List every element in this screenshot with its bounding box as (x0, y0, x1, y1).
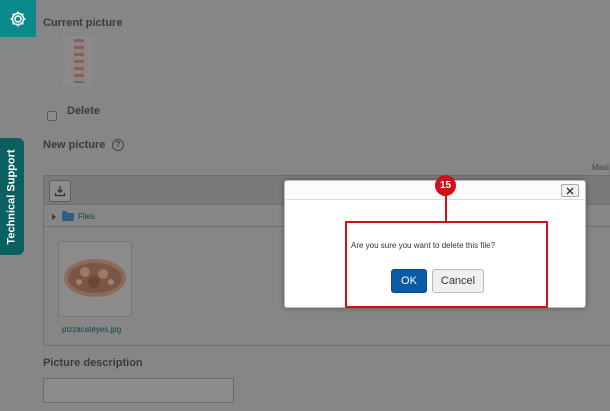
delete-checkbox[interactable] (47, 111, 57, 121)
new-picture-label: New picture (43, 139, 106, 151)
current-picture-thumbnail (63, 36, 93, 86)
annotation-connector (445, 196, 447, 222)
files-path-label: Files (78, 212, 95, 221)
annotation-highlight-box (345, 221, 548, 308)
close-button[interactable] (561, 184, 579, 197)
question-circle-icon[interactable]: ? (112, 139, 124, 151)
expand-icon (52, 213, 56, 220)
gear-icon (10, 11, 26, 26)
page: Technical Support Current picture Delete… (0, 0, 610, 411)
settings-button[interactable] (0, 0, 36, 37)
download-button[interactable] (49, 180, 71, 202)
max-size-label: Maxi (592, 163, 609, 172)
file-tile[interactable] (58, 241, 132, 317)
folder-icon (62, 210, 74, 221)
file-picker-breadcrumb[interactable]: Files (52, 210, 95, 221)
delete-label: Delete (67, 105, 101, 117)
technical-support-label: Technical Support (6, 148, 19, 245)
close-icon (566, 187, 574, 194)
step-number-badge: 15 (435, 175, 456, 196)
picture-description-label: Picture description (43, 357, 143, 369)
technical-support-tab[interactable]: Technical Support (0, 138, 24, 255)
file-name[interactable]: pizzacateyes.jpg (62, 325, 121, 334)
file-thumbnail (64, 259, 126, 297)
current-picture-label: Current picture (43, 17, 123, 29)
download-icon (54, 186, 66, 197)
picture-description-input[interactable] (43, 378, 234, 403)
